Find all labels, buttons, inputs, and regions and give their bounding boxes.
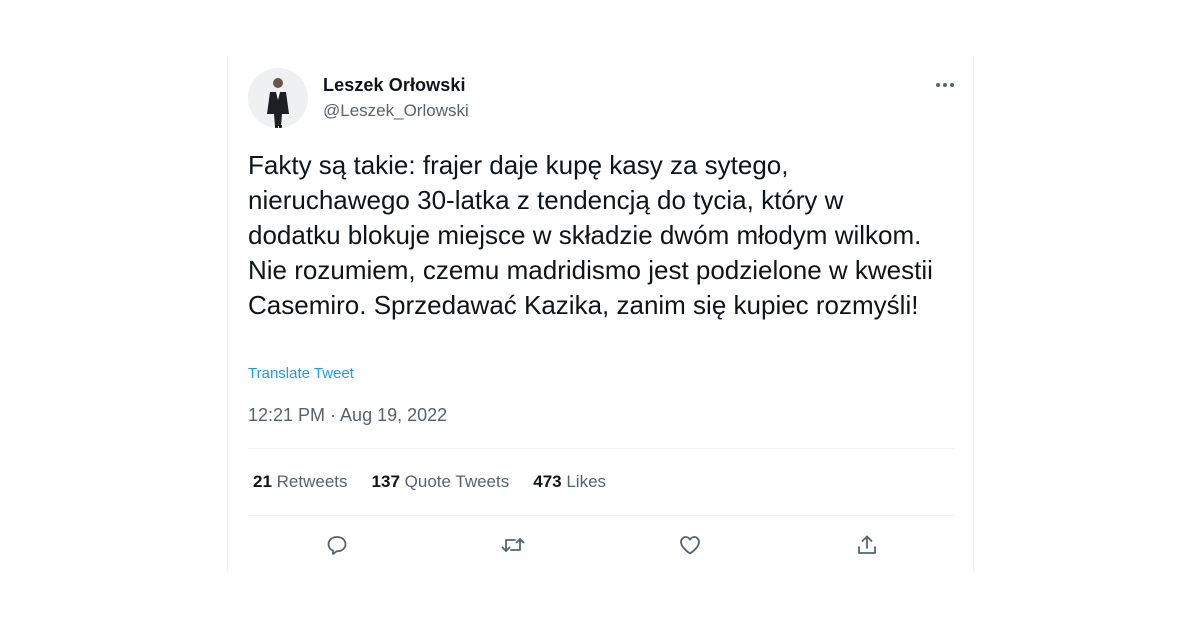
translate-tweet-link[interactable]: Translate Tweet	[248, 365, 354, 382]
heart-icon	[680, 536, 700, 555]
share-icon	[858, 535, 876, 554]
page: Leszek Orłowski @Leszek_Orlowski Fakty s…	[0, 0, 1200, 628]
divider	[248, 515, 954, 516]
likes-label: Likes	[566, 472, 607, 491]
divider	[248, 448, 954, 449]
display-name[interactable]: Leszek Orłowski	[323, 75, 466, 96]
more-horizontal-icon	[936, 83, 954, 87]
more-options-button[interactable]	[928, 73, 962, 97]
action-bar	[248, 527, 954, 563]
tweet-timestamp[interactable]: 12:21 PM · Aug 19, 2022	[248, 405, 447, 426]
share-button[interactable]	[849, 527, 885, 563]
likes-count: 473	[533, 472, 562, 491]
reply-button[interactable]	[319, 527, 355, 563]
retweets-stat[interactable]: 21 Retweets	[253, 472, 348, 492]
tweet-text: Fakty są takie: frajer daje kupę kasy za…	[248, 150, 933, 320]
tweet-card: Leszek Orłowski @Leszek_Orlowski Fakty s…	[227, 55, 974, 572]
quote-tweets-label: Quote Tweets	[404, 472, 510, 491]
reply-icon	[327, 536, 347, 555]
retweet-icon	[501, 538, 525, 552]
handle[interactable]: @Leszek_Orlowski	[323, 101, 469, 121]
likes-stat[interactable]: 473 Likes	[533, 472, 606, 492]
avatar[interactable]	[248, 68, 308, 128]
quote-tweets-count: 137	[371, 472, 400, 491]
retweet-button[interactable]	[495, 527, 531, 563]
avatar-photo	[248, 68, 308, 128]
like-button[interactable]	[672, 527, 708, 563]
retweets-count: 21	[253, 472, 272, 491]
retweets-label: Retweets	[276, 472, 348, 491]
quote-tweets-stat[interactable]: 137 Quote Tweets	[372, 472, 510, 492]
engagement-stats: 21 Retweets 137 Quote Tweets 473 Likes	[253, 472, 606, 492]
